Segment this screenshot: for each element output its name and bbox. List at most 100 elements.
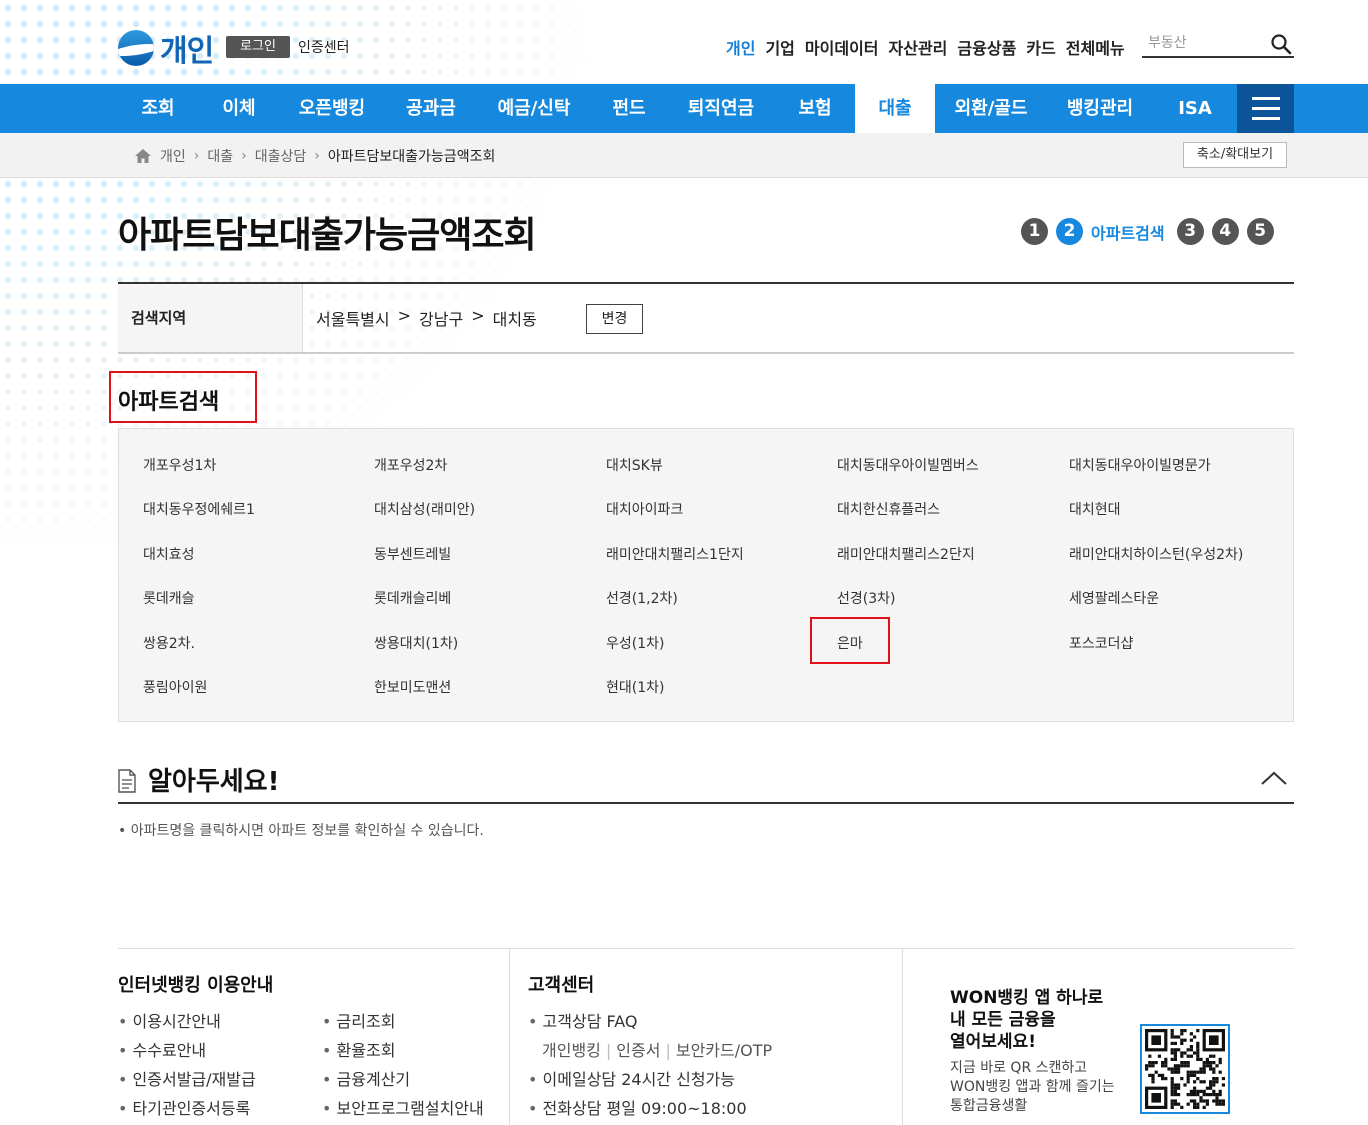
apartment-link[interactable]: 래미안대치하이스턴(우성2차) [1069, 544, 1243, 564]
change-region-button[interactable]: 변경 [586, 304, 643, 334]
footer-link[interactable]: 타기관인증서등록 [118, 1094, 256, 1123]
apartment-link[interactable]: 우성(1차) [606, 633, 664, 653]
step-1: 1 [1021, 218, 1048, 245]
cert-center-link[interactable]: 인증센터 [298, 37, 350, 57]
promo-line: 내 모든 금융을 [950, 1010, 1056, 1030]
logo[interactable]: 개인 [118, 26, 214, 70]
apartment-link[interactable]: 대치한신휴플러스 [837, 499, 940, 519]
notice-header: 알아두세요! [118, 758, 1294, 804]
mainnav-isa[interactable]: ISA [1166, 84, 1224, 133]
footer-link[interactable]: 보안프로그램설치안내 [322, 1094, 484, 1123]
search-icon[interactable] [1270, 33, 1292, 55]
topnav-mydata[interactable]: 마이데이터 [805, 35, 879, 59]
apartment-link[interactable]: 대치SK뷰 [606, 455, 663, 475]
zoom-button[interactable]: 축소/확대보기 [1183, 142, 1287, 168]
footer-link[interactable]: 환율조회 [322, 1036, 484, 1065]
topnav-products[interactable]: 금융상품 [957, 35, 1016, 59]
mainnav-banking-mgmt[interactable]: 뱅킹관리 [1055, 84, 1145, 133]
topnav-business[interactable]: 기업 [765, 35, 794, 59]
apartment-link[interactable]: 선경(3차) [837, 588, 895, 608]
footer-guide-list-right: 금리조회 환율조회 금융계산기 보안프로그램설치안내 [322, 1007, 484, 1123]
apartment-link[interactable]: 선경(1,2차) [606, 588, 678, 608]
mainnav-fund[interactable]: 펀드 [598, 84, 660, 133]
highlight-box-title [109, 371, 257, 423]
apartment-link[interactable]: 현대(1차) [606, 677, 664, 697]
footer-link[interactable]: 개인뱅킹 [542, 1041, 601, 1060]
mainnav-fx-gold[interactable]: 외환/골드 [944, 84, 1038, 133]
footer-customer-list: 고객상담 FAQ 개인뱅킹|인증서|보안카드/OTP 이메일상담 24시간 신청… [528, 1007, 772, 1123]
won-banking-promo-desc: 지금 바로 QR 스캔하고 WON뱅킹 앱과 함께 즐기는 통합금융생활 [950, 1059, 1115, 1116]
apartment-link[interactable]: 개포우성2차 [374, 455, 447, 475]
apartment-link[interactable]: 개포우성1차 [143, 455, 216, 475]
mainnav-loan[interactable]: 대출 [855, 84, 935, 133]
main-nav: 조회 이체 오픈뱅킹 공과금 예금/신탁 펀드 퇴직연금 보험 대출 외환/골드… [0, 84, 1368, 133]
region-path: 서울특별시 > 강남구 > 대치동 [316, 306, 537, 330]
footer-email-consult: 이메일상담 24시간 신청가능 [528, 1065, 772, 1094]
home-icon[interactable] [134, 148, 152, 164]
footer-link[interactable]: 인증서발급/재발급 [118, 1065, 256, 1094]
apartment-link[interactable]: 롯데캐슬리베 [374, 588, 451, 608]
apartment-list: 개포우성1차 개포우성2차 대치SK뷰 대치동대우아이빌멤버스 대치동대우아이빌명문가대… [118, 428, 1294, 722]
apartment-link[interactable]: 래미안대치팰리스1단지 [606, 544, 744, 564]
footer-link[interactable]: 금리조회 [322, 1007, 484, 1036]
apartment-link[interactable]: 포스코더샵 [1069, 633, 1133, 653]
apartment-link[interactable]: 쌍용2차. [143, 633, 195, 653]
footer-divider [509, 949, 510, 1125]
mainnav-utility[interactable]: 공과금 [394, 84, 468, 133]
mainnav-insurance[interactable]: 보험 [784, 84, 846, 133]
search-input[interactable] [1142, 30, 1262, 56]
hamburger-menu-icon[interactable] [1237, 84, 1294, 133]
footer-link[interactable]: 이용시간안내 [118, 1007, 256, 1036]
mainnav-transfer[interactable]: 이체 [208, 84, 270, 133]
notice-title: 알아두세요! [148, 767, 280, 797]
top-bar: 개인 로그인 인증센터 개인 기업 마이데이터 자산관리 금융상품 카드 전체메… [0, 0, 1368, 84]
won-banking-promo-title: WON뱅킹 앱 하나로 내 모든 금융을 열어보세요! [950, 987, 1103, 1053]
apartment-link[interactable]: 세영팔레스타운 [1069, 588, 1159, 608]
breadcrumb-item[interactable]: 대출 [207, 146, 233, 166]
footer-link[interactable]: 인증서 [616, 1041, 660, 1060]
apartment-link[interactable]: 대치삼성(래미안) [374, 499, 475, 519]
topnav-personal[interactable]: 개인 [726, 35, 755, 59]
apartment-link[interactable]: 쌍용대치(1차) [374, 633, 458, 653]
footer-link[interactable]: 수수료안내 [118, 1036, 256, 1065]
topnav-card[interactable]: 카드 [1026, 35, 1055, 59]
footer: 인터넷뱅킹 이용안내 이용시간안내 수수료안내 인증서발급/재발급 타기관인증서… [118, 948, 1294, 1125]
apartment-link[interactable]: 대치동대우아이빌명문가 [1069, 455, 1211, 475]
breadcrumb-item[interactable]: 대출상담 [255, 146, 307, 166]
step-4: 4 [1211, 218, 1239, 245]
apartment-link[interactable]: 롯데캐슬 [143, 588, 195, 608]
promo-desc-line: WON뱅킹 앱과 함께 즐기는 [950, 1079, 1115, 1095]
mainnav-openbanking[interactable]: 오픈뱅킹 [288, 84, 376, 133]
apartment-link[interactable]: 래미안대치팰리스2단지 [837, 544, 975, 564]
footer-link[interactable]: 고객상담 FAQ [528, 1007, 772, 1036]
topnav-all-menu[interactable]: 전체메뉴 [1066, 35, 1125, 59]
promo-line: 열어보세요! [950, 1032, 1036, 1052]
chevron-right-icon: › [241, 148, 247, 164]
footer-link[interactable]: 보안카드/OTP [676, 1041, 772, 1060]
region-dong: 대치동 [492, 310, 537, 329]
breadcrumb-item[interactable]: 개인 [160, 146, 186, 166]
apartment-link[interactable]: 대치아이파크 [606, 499, 683, 519]
mainnav-pension[interactable]: 퇴직연금 [676, 84, 766, 133]
footer-link[interactable]: 금융계산기 [322, 1065, 484, 1094]
apartment-link[interactable]: 한보미도맨션 [374, 677, 451, 697]
qr-code-icon[interactable] [1140, 1024, 1230, 1114]
apartment-link[interactable]: 대치현대 [1069, 499, 1121, 519]
apartment-link[interactable]: 풍림아이원 [143, 677, 207, 697]
apartment-link[interactable]: 대치동대우아이빌멤버스 [837, 455, 979, 475]
login-button[interactable]: 로그인 [226, 36, 290, 58]
mainnav-inquiry[interactable]: 조회 [128, 84, 188, 133]
apartment-link[interactable]: 대치동우정에쉐르1 [143, 499, 255, 519]
apartment-link[interactable]: 동부센트레빌 [374, 544, 451, 564]
search-region-row: 검색지역 서울특별시 > 강남구 > 대치동 변경 [118, 282, 1294, 354]
chevron-up-icon[interactable] [1260, 770, 1288, 786]
topnav-asset[interactable]: 자산관리 [889, 35, 948, 59]
breadcrumb: 개인 › 대출 › 대출상담 › 아파트담보대출가능금액조회 [134, 146, 495, 166]
footer-guide-list-left: 이용시간안내 수수료안내 인증서발급/재발급 타기관인증서등록 [118, 1007, 256, 1123]
apartment-link[interactable]: 대치효성 [143, 544, 195, 564]
top-nav: 개인 기업 마이데이터 자산관리 금융상품 카드 전체메뉴 [726, 35, 1125, 59]
active-step-label: 아파트검색 [1091, 223, 1165, 243]
step-3: 3 [1176, 218, 1204, 245]
promo-desc-line: 지금 바로 QR 스캔하고 [950, 1060, 1088, 1076]
mainnav-deposit[interactable]: 예금/신탁 [484, 84, 584, 133]
